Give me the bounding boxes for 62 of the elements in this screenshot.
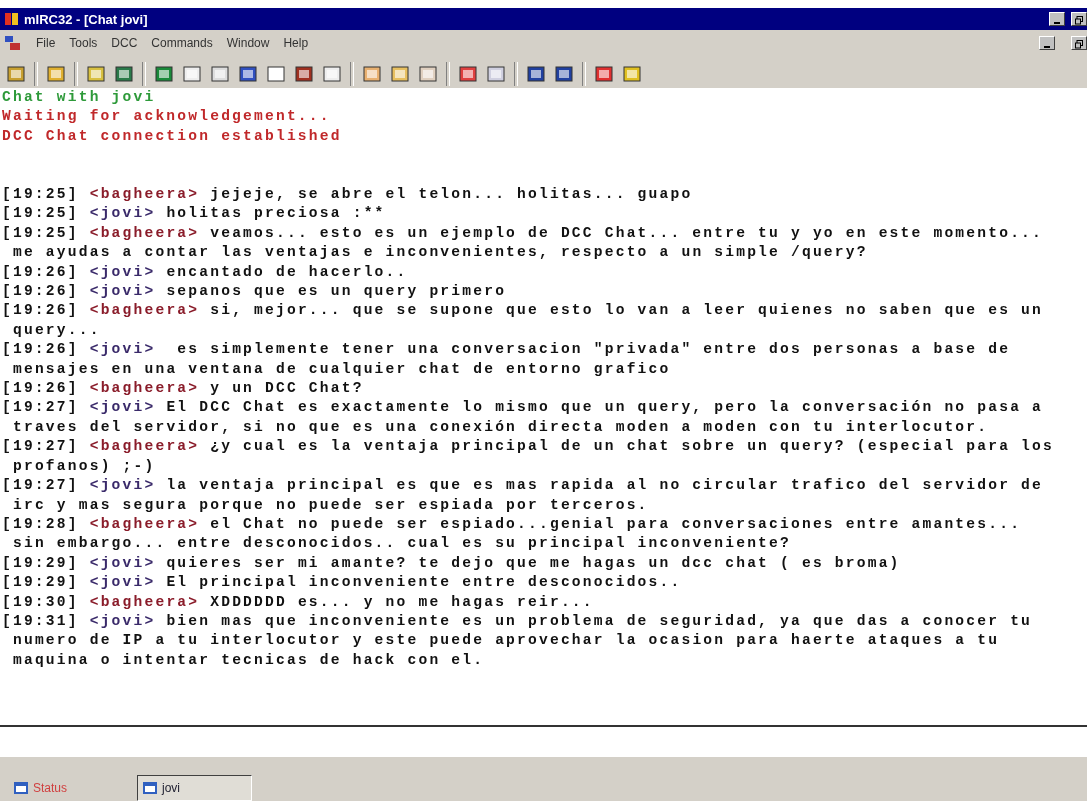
menu-item[interactable]: DCC [111,36,138,50]
nickname: <bagheera> [89,186,200,202]
chat-message-line: query... [12,320,102,340]
menu-item[interactable]: File [36,36,56,50]
minimize-button[interactable] [1049,12,1065,26]
chat-message: [19:27] <bagheera> ¿y cual es la ventaja principal de un chat sobre un query? (especial para los [2,437,1055,457]
chat-message: [19:26] <bagheera> y un DCC Chat? [2,379,365,399]
chat-message: [19:31] <jovi> bien mas que inconveniente es un problema de seguridad, ya que das a conocer tu [2,611,1034,631]
chat-message: [19:27] <jovi> El DCC Chat es exactamente lo mismo que un query, pero la conversación no pasa a [2,398,1045,418]
chat-message: [19:25] <jovi> holitas preciosa :** [2,204,387,224]
chat-message-line: me ayudas a contar las ventajas e inconvenientes, respecto a un simple /query? [12,243,869,263]
minimize-icon [1044,46,1050,49]
status-message: Chat with jovi [2,88,157,107]
chat-message-line: numero de IP a tu interlocutor y este puede aprovechar la ocasion para haerte ataques a tu [12,631,1001,651]
nickname: <jovi> [89,477,156,494]
nickname: <jovi> [89,399,156,416]
nickname: <bagheera> [89,380,200,397]
chat-message: [19:29] <jovi> El principal inconveniente entre desconocidos.. [2,573,683,593]
chat-message: [19:29] <jovi> quieres ser mi amante? te dejo que me hagas un dcc chat ( es broma) [2,553,902,573]
minimize-icon [1054,22,1060,25]
restore-button[interactable] [1071,36,1087,50]
chat-message: [19:30] <bagheera> XDDDDDD es... y no me hagas reir... [2,592,595,612]
chat-message: [19:25] <bagheera> jejeje, se abre el telon... holitas... guapo [2,185,694,204]
nickname: <jovi> [89,554,156,571]
nickname: <jovi> [89,263,156,280]
chat-message: [19:27] <jovi> la ventaja principal es que es mas rapida al no circular trafico del servidor de [2,476,1045,496]
status-message: DCC Chat connection established [2,126,343,146]
chat-message: [19:28] <bagheera> el Chat no puede ser espiado...genial para conversaciones entre amantes... [2,514,1023,534]
chat-message: [19:26] <bagheera> si, mejor... que se supone que esto lo van a leer quienes no saben que es un [2,301,1045,321]
chat-message-line: sin embargo... entre desconocidos.. cual es su principal inconveniente? [12,534,792,554]
chat-message-line: profanos) ;-) [12,456,157,476]
restore-button[interactable] [1071,12,1087,26]
menu-item[interactable]: Window [226,36,270,50]
chat-message-line: mensajes en una ventana de cualquier chat de entorno grafico [12,359,672,379]
restore-icon [1075,16,1083,25]
nickname: <bagheera> [89,302,200,319]
chat-message-line: traves del servidor, si no que es una conexión directa moden a moden con tu interlocutor. [12,417,990,437]
chat-window-icon[interactable] [4,35,22,51]
nickname: <jovi> [89,341,156,358]
status-message: Waiting for acknowledgement... [2,107,332,127]
window-tab[interactable]: jovi [137,775,252,801]
app-icon [4,11,20,27]
nickname: <bagheera> [89,224,200,241]
menu-item[interactable]: Tools [69,36,98,50]
chat-message: [19:25] <bagheera> veamos... esto es un ejemplo de DCC Chat... entre tu y yo en este momento... [2,223,1045,243]
window-title: mIRC32 - [Chat jovi] [24,11,148,27]
restore-icon [1075,40,1083,49]
chat-message-line: maquina o intentar tecnicas de hack con el. [12,650,486,670]
chat-message: [19:26] <jovi> sepanos que es un query primero [2,282,508,302]
nickname: <jovi> [89,574,156,591]
menu-item[interactable]: Commands [151,36,213,50]
nickname: <bagheera> [89,515,200,532]
menu-item[interactable]: Help [283,36,309,50]
chat-message: [19:26] <jovi> encantado de hacerlo.. [2,262,409,282]
minimize-button[interactable] [1039,36,1055,50]
chat-message: [19:26] <jovi> es simplemente tener una conversacion "privada" entre dos personas a base de [2,340,1012,360]
nickname: <bagheera> [89,593,200,610]
nickname: <jovi> [89,205,156,222]
nickname: <jovi> [89,283,156,300]
chat-message-line: irc y mas segura porque no puede ser espiada por terceros. [12,495,650,515]
nickname: <jovi> [89,612,156,629]
nickname: <bagheera> [89,438,200,455]
